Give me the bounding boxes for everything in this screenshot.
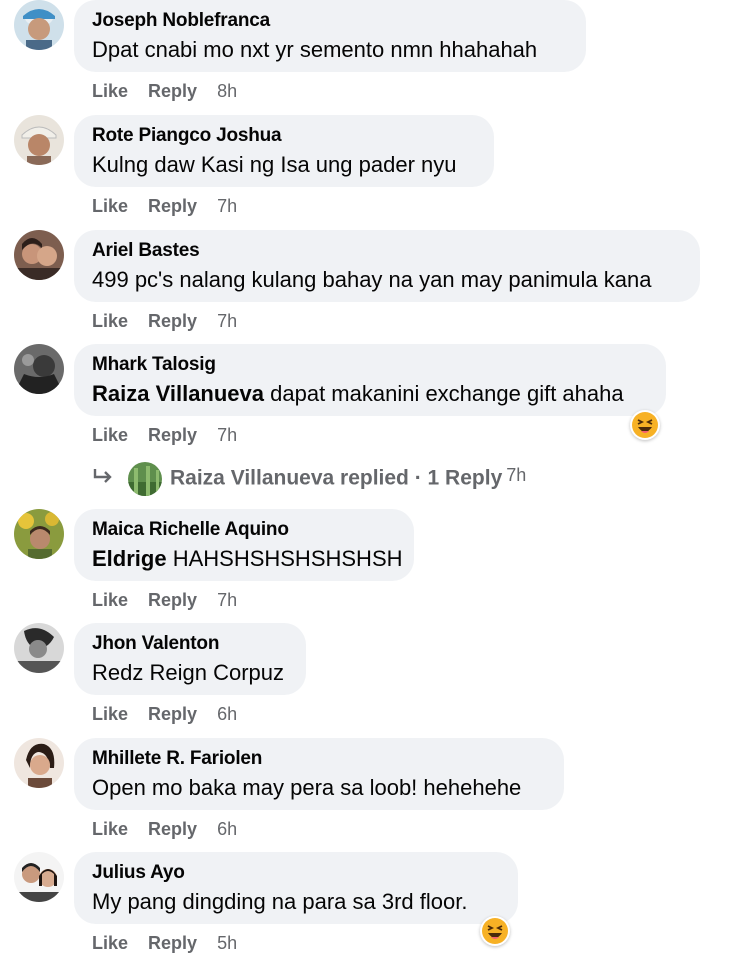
comment-author[interactable]: Maica Richelle Aquino — [92, 519, 396, 541]
comment-author[interactable]: Joseph Noblefranca — [92, 10, 568, 32]
avatar[interactable] — [14, 509, 64, 559]
comment-text: Eldrige HAHSHSHSHSHSHSH — [92, 544, 403, 574]
like-button[interactable]: Like — [92, 196, 128, 216]
avatar[interactable] — [14, 738, 64, 788]
reply-button[interactable]: Reply — [148, 196, 197, 216]
reply-button[interactable]: Reply — [148, 933, 197, 953]
mention-link[interactable]: Raiza Villanueva — [92, 381, 264, 406]
like-button[interactable]: Like — [92, 81, 128, 101]
comment-author[interactable]: Rote Piangco Joshua — [92, 125, 476, 147]
comment-actions: Like Reply 7h — [92, 589, 237, 611]
avatar[interactable] — [14, 0, 64, 50]
comment-timestamp[interactable]: 7h — [217, 590, 237, 610]
comment-timestamp[interactable]: 7h — [217, 311, 237, 331]
reply-button[interactable]: Reply — [148, 819, 197, 839]
comment-text: Kulng daw Kasi ng Isa ung pader nyu — [92, 150, 476, 180]
comment-timestamp[interactable]: 7h — [217, 196, 237, 216]
like-button[interactable]: Like — [92, 590, 128, 610]
comment-actions: Like Reply 5h — [92, 932, 237, 954]
comment-author[interactable]: Ariel Bastes — [92, 240, 682, 262]
haha-icon[interactable] — [630, 410, 660, 440]
comment-body: HAHSHSHSHSHSHSH — [166, 546, 403, 571]
comment-body: Dpat cnabi mo nxt yr semento nmn hhahaha… — [92, 37, 538, 62]
comment-author[interactable]: Julius Ayo — [92, 862, 500, 884]
comment-bubble: Mhark Talosig Raiza Villanueva dapat mak… — [74, 344, 666, 416]
comment-actions: Like Reply 7h — [92, 195, 237, 217]
comment-timestamp[interactable]: 6h — [217, 704, 237, 724]
comment-timestamp[interactable]: 7h — [217, 425, 237, 445]
comment-text: My pang dingding na para sa 3rd floor. — [92, 887, 500, 917]
reply-timestamp[interactable]: 7h — [506, 465, 526, 485]
comment-timestamp[interactable]: 8h — [217, 81, 237, 101]
comment-bubble: Maica Richelle Aquino Eldrige HAHSHSHSHS… — [74, 509, 414, 581]
reply-button[interactable]: Reply — [148, 704, 197, 724]
comment-actions: Like Reply 8h — [92, 80, 237, 102]
like-button[interactable]: Like — [92, 933, 128, 953]
comment-bubble: Ariel Bastes 499 pc's nalang kulang baha… — [74, 230, 700, 302]
avatar[interactable] — [14, 230, 64, 280]
reply-button[interactable]: Reply — [148, 81, 197, 101]
comment-author[interactable]: Jhon Valenton — [92, 633, 288, 655]
comment-body: 499 pc's nalang kulang bahay na yan may … — [92, 267, 652, 292]
comment-bubble: Jhon Valenton Redz Reign Corpuz — [74, 623, 306, 695]
comment-actions: Like Reply 6h — [92, 818, 237, 840]
comment-bubble: Mhillete R. Fariolen Open mo baka may pe… — [74, 738, 564, 810]
comment-body: My pang dingding na para sa 3rd floor. — [92, 889, 468, 914]
mention-link[interactable]: Eldrige — [92, 546, 167, 571]
reply-button[interactable]: Reply — [148, 425, 197, 445]
avatar[interactable] — [14, 623, 64, 673]
comment-author[interactable]: Mhark Talosig — [92, 354, 648, 376]
comment-bubble: Rote Piangco Joshua Kulng daw Kasi ng Is… — [74, 115, 494, 187]
comment-timestamp[interactable]: 6h — [217, 819, 237, 839]
comment-body: Kulng daw Kasi ng Isa ung pader nyu — [92, 152, 457, 177]
comment-actions: Like Reply 6h — [92, 703, 237, 725]
comment-body: dapat makanini exchange gift ahaha — [264, 381, 624, 406]
avatar[interactable] — [14, 115, 64, 165]
comment-bubble: Joseph Noblefranca Dpat cnabi mo nxt yr … — [74, 0, 586, 72]
like-button[interactable]: Like — [92, 704, 128, 724]
avatar[interactable] — [14, 344, 64, 394]
comment-text: Open mo baka may pera sa loob! hehehehe — [92, 773, 546, 803]
reply-arrow-icon — [92, 463, 118, 495]
comment-actions: Like Reply 7h — [92, 424, 237, 446]
view-replies-link[interactable]: Raiza Villanueva replied · 1 Reply 7h — [92, 462, 526, 496]
comment-bubble: Julius Ayo My pang dingding na para sa 3… — [74, 852, 518, 924]
comment-text: 499 pc's nalang kulang bahay na yan may … — [92, 265, 682, 295]
comment-actions: Like Reply 7h — [92, 310, 237, 332]
comment-timestamp[interactable]: 5h — [217, 933, 237, 953]
comment-text: Raiza Villanueva dapat makanini exchange… — [92, 379, 648, 409]
avatar[interactable] — [14, 852, 64, 902]
comment-author[interactable]: Mhillete R. Fariolen — [92, 748, 546, 770]
comment-body: Open mo baka may pera sa loob! hehehehe — [92, 775, 522, 800]
comment-text: Redz Reign Corpuz — [92, 658, 288, 688]
haha-icon[interactable] — [480, 916, 510, 946]
like-button[interactable]: Like — [92, 819, 128, 839]
reply-button[interactable]: Reply — [148, 590, 197, 610]
comment-body: Redz Reign Corpuz — [92, 660, 284, 685]
reply-button[interactable]: Reply — [148, 311, 197, 331]
replier-avatar[interactable] — [128, 462, 162, 496]
like-button[interactable]: Like — [92, 425, 128, 445]
like-button[interactable]: Like — [92, 311, 128, 331]
replies-summary[interactable]: Raiza Villanueva replied · 1 Reply — [170, 467, 502, 490]
comment-text: Dpat cnabi mo nxt yr semento nmn hhahaha… — [92, 35, 568, 65]
